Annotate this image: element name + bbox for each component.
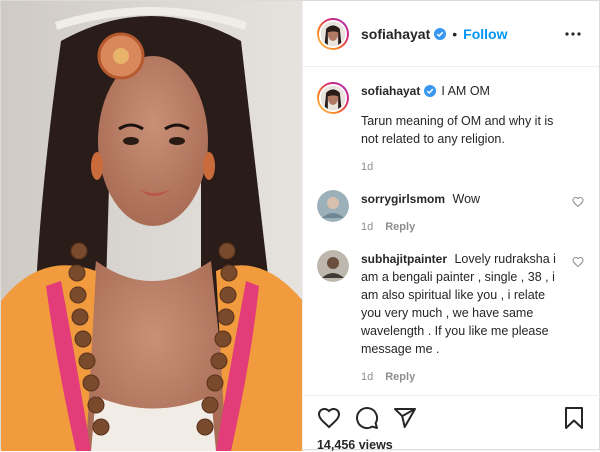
comment-icon[interactable] [355,406,379,430]
post-actions: 14,456 views [302,395,600,452]
comment-like-heart-icon[interactable] [572,256,584,268]
comment-time[interactable]: 1d [361,221,373,233]
caption-time[interactable]: 1d [361,161,373,173]
comment-meta: 1d Reply [361,368,561,386]
comment-like-heart-icon[interactable] [572,196,584,208]
comment-row: subhajitpainter Lovely rudraksha i am a … [316,250,584,386]
comment-meta: 1d Reply [361,218,561,236]
bookmark-icon[interactable] [562,406,586,430]
comment-text: Wow [452,192,481,206]
caption-title: I AM OM [441,84,490,98]
heart-icon[interactable] [317,406,341,430]
author-avatar[interactable] [316,17,349,50]
verified-badge-icon [424,85,437,97]
comment-row: sorrygirlsmom Wow 1d Reply [316,190,584,236]
comment-body: subhajitpainter Lovely rudraksha i am a … [361,250,561,386]
separator-dot: • [452,25,458,42]
reply-button[interactable]: Reply [385,371,415,383]
caption-avatar[interactable] [316,82,349,114]
caption-meta: 1d [361,158,561,176]
action-icons [317,402,586,434]
comments-list[interactable]: sofiahayat I AM OM Tarun meaning of OM a… [303,68,600,394]
caption-text: Tarun meaning of OM and why it is not re… [360,114,554,146]
instagram-post: sofiahayat • Follow sofiahayat I AM OM T… [0,0,600,452]
comment-body: sorrygirlsmom Wow 1d Reply [361,190,561,236]
share-icon[interactable] [393,406,417,430]
caption-username[interactable]: sofiahayat [361,82,420,100]
comment-username[interactable]: subhajitpainter [361,252,447,266]
comment-time[interactable]: 1d [361,371,373,383]
caption-body: sofiahayat I AM OM Tarun meaning of OM a… [361,82,561,176]
commenter-avatar[interactable] [316,250,349,282]
post-media-video[interactable] [1,1,302,451]
commenter-avatar[interactable] [316,190,349,222]
reply-button[interactable]: Reply [385,221,415,233]
author-username[interactable]: sofiahayat [361,26,430,42]
post-header: sofiahayat • Follow [302,1,599,67]
follow-button[interactable]: Follow [463,26,507,42]
post-side-panel: sofiahayat • Follow sofiahayat I AM OM T… [301,1,600,452]
more-options-icon[interactable] [561,22,585,46]
verified-badge-icon [434,27,447,40]
comment-text: Lovely rudraksha i am a bengali painter … [360,252,556,356]
post-photo [1,1,302,451]
comment-username[interactable]: sorrygirlsmom [361,192,445,206]
caption: sofiahayat I AM OM Tarun meaning of OM a… [316,82,584,176]
